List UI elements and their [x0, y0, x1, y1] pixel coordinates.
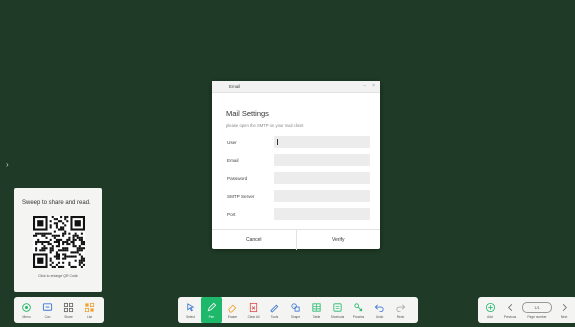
list-label: List	[87, 314, 92, 319]
qr-enlarge-hint[interactable]: Click to enlarge QR Code	[14, 274, 102, 278]
undo-button[interactable]: Undo	[369, 297, 390, 323]
select-tool[interactable]: Select	[180, 297, 201, 323]
shortcuts-label: Shortcuts	[330, 314, 345, 319]
port-label: Port	[227, 212, 236, 217]
eraser-icon	[228, 304, 237, 312]
dialog-window-title: Email	[229, 84, 241, 89]
list-button[interactable]: List	[79, 297, 100, 323]
cancel-button[interactable]: Cancel	[212, 230, 296, 250]
share-button[interactable]: Share	[58, 297, 79, 323]
next-page-button[interactable]: Next	[554, 297, 574, 323]
chevron-right-icon	[562, 303, 567, 311]
settings-icon	[22, 302, 31, 312]
process-icon	[354, 302, 363, 311]
connect-icon	[42, 302, 53, 311]
add-page-button[interactable]: Add	[480, 297, 500, 323]
connect-button[interactable]: Con	[37, 297, 58, 323]
connect-label: Con	[44, 314, 51, 319]
page-number-label: Page number	[527, 314, 547, 319]
add-label: Add	[487, 314, 493, 319]
share-label: Share	[64, 314, 73, 319]
dialog-footer: Cancel Verify	[212, 229, 380, 250]
page-indicator[interactable]: 1/1	[522, 301, 552, 313]
menu-label: Menu	[22, 314, 31, 319]
user-label: User	[227, 140, 237, 145]
qr-panel-title: Sweep to share and read.	[22, 200, 91, 206]
table-label: Table	[312, 314, 321, 319]
list-grid-icon	[84, 302, 95, 312]
toolbar-right: Add Previous 1/1 Page number Next	[478, 297, 575, 323]
shape-tool[interactable]: Shape	[285, 297, 306, 323]
redo-label: Redo	[396, 314, 405, 319]
shape-label: Shape	[290, 314, 301, 319]
dialog-subtitle: please open the SMTP on your mail client	[226, 123, 304, 128]
shortcuts-icon	[333, 302, 342, 312]
close-icon[interactable]: ×	[372, 83, 375, 89]
toolbar-left: Menu Con Share List	[14, 297, 104, 323]
toolbar-center: Select Pen Eraser Clear All Tools Shape …	[178, 297, 418, 323]
redo-icon	[396, 303, 406, 312]
qr-share-panel: Sweep to share and read. Click to enlarg…	[14, 188, 102, 292]
smtp-server-label: SMTP Server	[227, 194, 255, 199]
table-tool[interactable]: Table	[306, 297, 327, 323]
eraser-label: Eraser	[227, 314, 238, 319]
add-icon	[485, 302, 495, 312]
port-field[interactable]	[274, 208, 370, 220]
tools-icon	[270, 304, 279, 313]
user-field[interactable]	[274, 136, 370, 148]
dialog-heading: Mail Settings	[226, 109, 269, 118]
minimize-icon[interactable]: –	[363, 83, 366, 89]
pen-icon	[207, 302, 217, 311]
share-grid-icon	[63, 302, 74, 312]
tools-tool[interactable]: Tools	[264, 297, 285, 323]
clear-all-tool[interactable]: Clear All	[243, 297, 264, 323]
verify-button[interactable]: Verify	[295, 230, 381, 250]
undo-label: Undo	[375, 314, 384, 319]
process-label: Process	[352, 314, 365, 319]
email-field[interactable]	[274, 154, 370, 166]
shape-icon	[291, 302, 300, 312]
process-tool[interactable]: Process	[348, 297, 369, 323]
qr-code-image[interactable]	[33, 216, 85, 268]
previous-label: Previous	[503, 314, 517, 319]
eraser-tool[interactable]: Eraser	[222, 297, 243, 323]
smtp-server-field[interactable]	[274, 190, 370, 202]
side-expand-arrow-icon[interactable]: ›	[6, 160, 9, 169]
dialog-titlebar[interactable]: Email – ×	[212, 81, 380, 93]
tools-label: Tools	[270, 314, 279, 319]
clear-all-label: Clear All	[247, 314, 260, 319]
table-icon	[312, 302, 321, 312]
previous-page-button[interactable]: Previous	[500, 297, 520, 323]
shortcuts-tool[interactable]: Shortcuts	[327, 297, 348, 323]
next-label: Next	[560, 314, 568, 319]
password-label: Password	[227, 176, 248, 181]
select-label: Select	[186, 314, 195, 319]
email-label: Email	[227, 158, 239, 163]
chevron-left-icon	[507, 303, 512, 311]
page-number-control[interactable]: 1/1 Page number	[520, 297, 554, 323]
clear-all-icon	[249, 302, 258, 312]
pen-tool[interactable]: Pen	[201, 297, 222, 323]
email-settings-dialog: Email – × Mail Settings please open the …	[212, 81, 380, 250]
redo-button[interactable]: Redo	[390, 297, 411, 323]
pen-label: Pen	[208, 314, 215, 319]
password-field[interactable]	[274, 172, 370, 184]
menu-button[interactable]: Menu	[16, 297, 37, 323]
select-icon	[187, 302, 195, 311]
undo-icon	[374, 303, 384, 312]
